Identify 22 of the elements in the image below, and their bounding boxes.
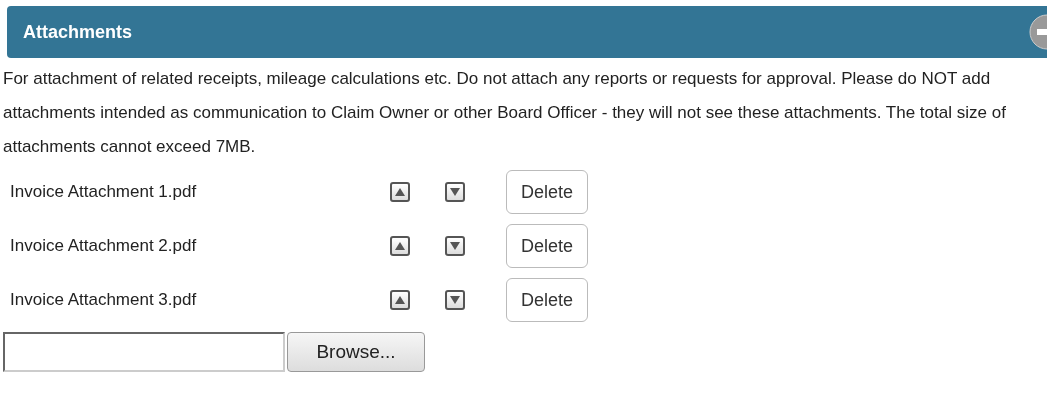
- move-down-button[interactable]: [445, 182, 465, 202]
- up-triangle-icon: [395, 188, 405, 196]
- down-triangle-icon: [450, 296, 460, 304]
- file-name: Invoice Attachment 1.pdf: [9, 182, 198, 202]
- down-triangle-icon: [450, 188, 460, 196]
- move-up-button[interactable]: [390, 236, 410, 256]
- panel-title: Attachments: [23, 21, 133, 43]
- description-text: For attachment of related receipts, mileage calculations etc. Do not attach any reports or requests for approval. Please do NOT add attachments intended as communication to Claim Owner or other Board Officer - they will not see these attachments. The total size of attachments cannot exceed 7MB.: [3, 68, 1007, 158]
- up-triangle-icon: [395, 296, 405, 304]
- move-up-button[interactable]: [390, 290, 410, 310]
- delete-button[interactable]: Delete: [506, 278, 589, 322]
- delete-button[interactable]: Delete: [506, 170, 589, 214]
- file-path-field[interactable]: [3, 332, 285, 372]
- move-up-button[interactable]: [390, 182, 410, 202]
- file-name: Invoice Attachment 2.pdf: [9, 236, 198, 256]
- browse-button[interactable]: Browse...: [287, 332, 425, 372]
- move-down-button[interactable]: [445, 290, 465, 310]
- down-triangle-icon: [450, 242, 460, 250]
- file-name: Invoice Attachment 3.pdf: [9, 290, 198, 310]
- move-down-button[interactable]: [445, 236, 465, 256]
- delete-button[interactable]: Delete: [506, 224, 589, 268]
- up-triangle-icon: [395, 242, 405, 250]
